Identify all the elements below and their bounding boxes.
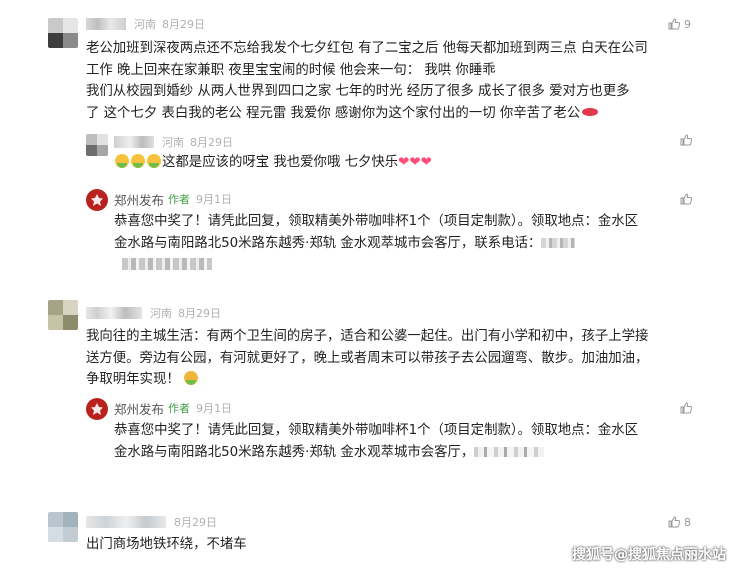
like-button[interactable] (680, 191, 696, 207)
comment-meta: 河南 8月29日 (86, 514, 217, 530)
thumbs-up-icon (680, 402, 692, 414)
comment-date: 8月29日 (162, 18, 205, 31)
cheer-emoji-icon (183, 371, 198, 386)
comment-location: 河南 (150, 307, 172, 320)
comment-text: 我向往的主城生活：有两个卫生间的房子，适合和公婆一起住。出门有小学和初中，孩子上… (86, 326, 648, 391)
username-blurred[interactable] (86, 18, 126, 30)
watermark: 搜狐号@搜狐焦点丽水站 (572, 547, 726, 563)
comment-text: 出门商场地铁环绕，不堵车 (86, 534, 247, 556)
like-button[interactable]: 8 (668, 514, 691, 530)
author-badge: 作者 (168, 402, 191, 415)
reply-date: 9月1日 (196, 402, 233, 415)
reply-date: 8月29日 (190, 136, 233, 149)
thumbs-up-icon (668, 516, 680, 528)
comment-text-line: 出门商场地铁环绕，不堵车 (86, 537, 247, 552)
reply-location: 河南 (162, 136, 184, 149)
avatar[interactable] (48, 300, 78, 330)
comment-1: 河南 8月29日 9 老公加班到深夜两点还不忘给我发个七夕红包 有了二宝之后 他… (0, 0, 740, 290)
lips-emoji-icon (582, 107, 599, 116)
smile-emoji-icon (147, 154, 161, 168)
comment-location: 河南 (134, 18, 156, 31)
heart-emoji-icon: ❤❤❤ (398, 155, 432, 170)
reply-date: 9月1日 (196, 193, 233, 206)
comment-text-line: 了 这个七夕 表白我的老公 程元雷 我爱你 感谢你为这个家付出的一切 你辛苦了老… (86, 103, 648, 125)
zhengzhou-fabu-logo-icon (91, 194, 103, 206)
like-button[interactable] (680, 132, 696, 148)
reply-text-line: 恭喜您中奖了！请凭此回复，领取精美外带咖啡杯1个（项目定制款）。领取地点：金水区 (114, 214, 639, 229)
reply-meta: 郑州发布 作者 9月1日 (114, 190, 233, 209)
comment-text-line: 争取明年实现！ (86, 369, 648, 391)
comment-text: 老公加班到深夜两点还不忘给我发个七夕红包 有了二宝之后 他每天都加班到两三点 白… (86, 38, 648, 124)
publisher-avatar[interactable] (86, 398, 108, 420)
like-button[interactable] (680, 400, 696, 416)
username-blurred[interactable] (114, 136, 154, 148)
avatar[interactable] (86, 134, 108, 156)
thumbs-up-icon (680, 134, 692, 146)
comment-date: 8月29日 (178, 307, 221, 320)
comment-meta: 河南 8月29日 (86, 305, 221, 321)
publisher-name[interactable]: 郑州发布 (114, 399, 164, 418)
phone-number-blurred (474, 446, 545, 457)
username-blurred[interactable] (86, 307, 142, 319)
zhengzhou-fabu-logo-icon (91, 403, 103, 415)
comment-date: 8月29日 (174, 516, 217, 529)
comment-text-line: 我们从校园到婚纱 从两人世界到四口之家 七年的时光 经历了很多 成长了很多 爱对… (86, 84, 630, 100)
like-count: 8 (684, 515, 691, 529)
reply-text-line: 恭喜您中奖了！请凭此回复，领取精美外带咖啡杯1个（项目定制款）。领取地点：金水区 (114, 423, 639, 438)
smile-emoji-icon (131, 154, 145, 168)
reply-text: 这都是应该的呀宝 我也爱你哦 七夕快乐❤❤❤ (114, 152, 432, 174)
reply-text: 恭喜您中奖了！请凭此回复，领取精美外带咖啡杯1个（项目定制款）。领取地点：金水区… (114, 420, 638, 463)
reply-meta: 郑州发布 作者 9月1日 (114, 399, 233, 418)
reply-text: 恭喜您中奖了！请凭此回复，领取精美外带咖啡杯1个（项目定制款）。领取地点：金水区… (114, 211, 638, 254)
username-blurred[interactable] (86, 516, 166, 528)
comment-2: 河南 8月29日 我向往的主城生活：有两个卫生间的房子，适合和公婆一起住。出门有… (0, 290, 740, 500)
phone-number-blurred (122, 258, 212, 270)
reply-text-line: 金水路与南阳路北50米路东越秀·郑轨 金水观萃城市会客厅， (114, 442, 638, 464)
reply-text-line: 金水路与南阳路北50米路东越秀·郑轨 金水观萃城市会客厅，联系电话： (114, 233, 638, 255)
avatar[interactable] (48, 18, 78, 48)
publisher-name[interactable]: 郑州发布 (114, 190, 164, 209)
avatar[interactable] (48, 512, 78, 542)
comment-meta: 河南 8月29日 (86, 16, 205, 32)
like-count: 9 (684, 17, 691, 31)
comment-text-line: 我向往的主城生活：有两个卫生间的房子，适合和公婆一起住。出门有小学和初中，孩子上… (86, 329, 649, 344)
author-badge: 作者 (168, 193, 191, 206)
comment-text-line: 送方便。旁边有公园，有河就更好了，晚上或者周末可以带孩子去公园遛弯、散步。加油加… (86, 350, 649, 366)
thumbs-up-icon (668, 18, 680, 30)
comment-text-line: 工作 晚上回来在家兼职 夜里宝宝闹的时候 他会来一句： 我哄 你睡乖 (86, 62, 496, 78)
reply-meta: 河南 8月29日 (114, 134, 233, 150)
publisher-avatar[interactable] (86, 189, 108, 211)
comment-text-line: 老公加班到深夜两点还不忘给我发个七夕红包 有了二宝之后 他每天都加班到两三点 白… (86, 41, 648, 56)
like-button[interactable]: 9 (668, 16, 691, 32)
thumbs-up-icon (680, 193, 692, 205)
phone-number-blurred (541, 237, 576, 248)
smile-emoji-icon (115, 154, 129, 168)
